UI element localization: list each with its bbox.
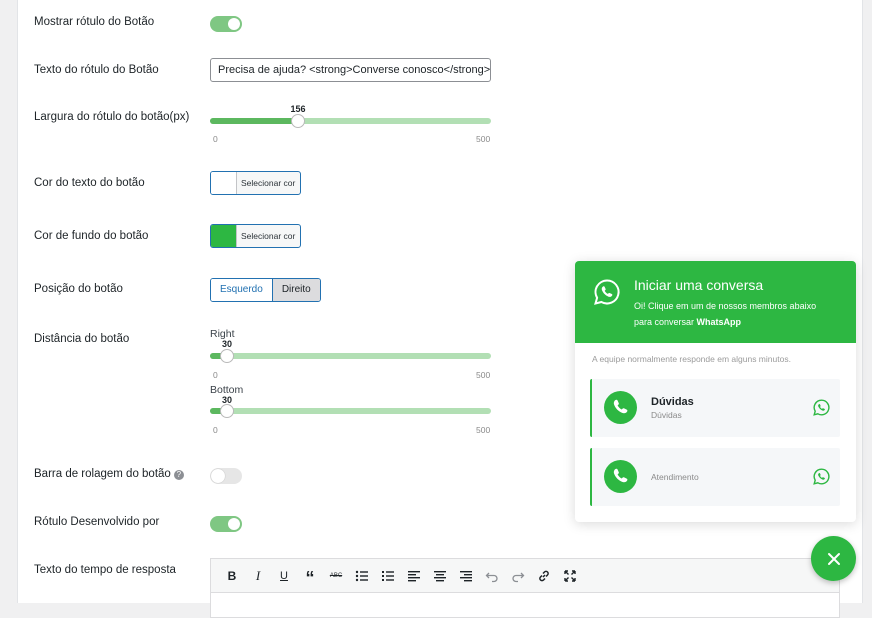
color-button-label: Selecionar cor (241, 178, 296, 188)
strikethrough-button[interactable]: ABC (323, 563, 349, 589)
position-segmented-control: Esquerdo Direito (210, 278, 321, 302)
slider-thumb[interactable] (220, 404, 234, 418)
agent-subtitle: Dúvidas (651, 410, 682, 420)
distance-right-slider[interactable] (210, 349, 491, 363)
scroll-bar-label: Barra de rolagem do botão? (34, 468, 184, 480)
slider-min-label: 0 (213, 370, 218, 380)
slider-max-label: 500 (476, 370, 491, 380)
align-right-icon[interactable] (453, 563, 479, 589)
slider-max-label: 500 (476, 425, 491, 435)
slider-fill (210, 118, 298, 124)
align-center-icon[interactable] (427, 563, 453, 589)
whatsapp-avatar-icon (604, 391, 637, 424)
agent-card[interactable]: Atendimento (590, 448, 840, 506)
agent-name: Dúvidas (651, 396, 694, 408)
whatsapp-chat-widget: Iniciar uma conversa Oi! Clique em um de… (575, 261, 856, 522)
distance-right-value: 30 (221, 339, 233, 349)
powered-by-label: Rótulo Desenvolvido por (34, 516, 160, 528)
powered-by-toggle[interactable] (210, 516, 242, 532)
color-swatch (211, 172, 237, 194)
help-icon[interactable]: ? (173, 470, 184, 480)
slider-min-label: 0 (213, 134, 218, 144)
rich-text-editor[interactable]: B I U “ ABC (210, 558, 840, 618)
bullet-list-icon[interactable] (349, 563, 375, 589)
slider-max-label: 500 (476, 134, 491, 144)
slider-min-label: 0 (213, 425, 218, 435)
whatsapp-avatar-icon (604, 460, 637, 493)
align-left-icon[interactable] (401, 563, 427, 589)
show-label-toggle[interactable] (210, 16, 242, 32)
widget-description-brand: WhatsApp (696, 317, 742, 327)
agent-card[interactable]: Dúvidas Dúvidas (590, 379, 840, 437)
blockquote-button[interactable]: “ (297, 563, 323, 589)
widget-header: Iniciar uma conversa Oi! Clique em um de… (575, 261, 856, 343)
text-color-button[interactable]: Selecionar cor (210, 171, 301, 195)
fullscreen-icon[interactable] (557, 563, 583, 589)
distance-label: Distância do botão (34, 333, 130, 345)
show-label-label: Mostrar rótulo do Botão (34, 16, 155, 28)
whatsapp-icon (813, 468, 830, 485)
widget-description: Oi! Clique em um de nossos membros abaix… (634, 298, 834, 330)
scroll-bar-label-text: Barra de rolagem do botão (34, 468, 171, 480)
label-text-label: Texto do rótulo do Botão (34, 64, 159, 76)
label-width-value: 156 (290, 104, 306, 114)
whatsapp-icon (813, 399, 830, 416)
text-color-label: Cor do texto do botão (34, 177, 145, 189)
position-right-button[interactable]: Direito (271, 279, 320, 301)
response-time-label: Texto do tempo de resposta (34, 564, 176, 576)
label-width-label: Largura do rótulo do botão(px) (34, 111, 190, 123)
close-chat-button[interactable] (811, 536, 856, 581)
slider-thumb[interactable] (291, 114, 305, 128)
distance-bottom-slider[interactable] (210, 404, 491, 418)
label-text-input[interactable]: Precisa de ajuda? <strong>Converse conos… (210, 58, 491, 82)
close-icon (827, 552, 840, 565)
toggle-knob (228, 518, 240, 530)
toggle-knob (211, 469, 225, 483)
undo-icon[interactable] (479, 563, 505, 589)
position-left-button[interactable]: Esquerdo (211, 279, 272, 301)
slider-thumb[interactable] (220, 349, 234, 363)
numbered-list-icon[interactable] (375, 563, 401, 589)
widget-title: Iniciar uma conversa (634, 277, 764, 293)
scroll-bar-toggle[interactable] (210, 468, 242, 484)
agent-subtitle: Atendimento (651, 472, 699, 482)
bg-color-button[interactable]: Selecionar cor (210, 224, 301, 248)
response-note: A equipe normalmente responde em alguns … (592, 354, 791, 364)
bold-button[interactable]: B (219, 563, 245, 589)
label-width-slider[interactable] (210, 114, 491, 128)
toggle-knob (228, 18, 240, 30)
color-swatch (211, 225, 237, 247)
underline-button[interactable]: U (271, 563, 297, 589)
editor-toolbar: B I U “ ABC (211, 559, 839, 593)
position-label: Posição do botão (34, 283, 123, 295)
color-button-label: Selecionar cor (241, 231, 296, 241)
redo-icon[interactable] (505, 563, 531, 589)
link-icon[interactable] (531, 563, 557, 589)
italic-button[interactable]: I (245, 563, 271, 589)
bg-color-label: Cor de fundo do botão (34, 230, 149, 242)
whatsapp-icon (594, 279, 620, 305)
